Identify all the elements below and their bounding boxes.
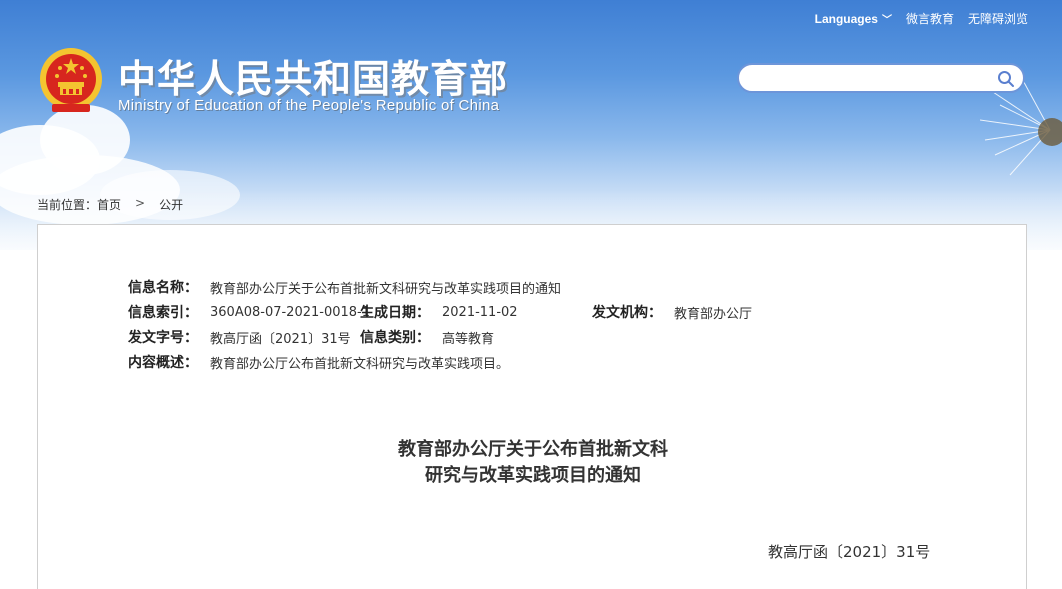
meta-value: 2021-11-02 [442,304,518,320]
meta-label: 内容概述： [128,355,198,371]
national-emblem-icon [40,48,102,112]
search-input[interactable] [751,69,991,87]
breadcrumb-separator: > [135,196,146,210]
site-title-en: Ministry of Education of the People's Re… [118,97,500,114]
meta-value: 360A08-07-2021-0018-1 [210,304,370,320]
languages-label: Languages [814,12,878,26]
search-box [737,63,1025,93]
meta-row-summary: 内容概述： 教育部办公厅公布首批新文科研究与改革实践项目。 [128,352,509,372]
meta-value: 教高厅函〔2021〕31号 [210,331,351,347]
weiyan-link[interactable]: 微言教育 [906,10,954,27]
search-icon[interactable] [997,70,1015,88]
meta-label: 信息名称： [128,280,198,296]
meta-value: 教育部办公厅关于公布首批新文科研究与改革实践项目的通知 [210,281,562,297]
chevron-down-icon: ﹀ [881,15,892,26]
meta-label: 发文机构： [592,305,662,321]
site-title-cn: 中华人民共和国教育部 [118,57,509,101]
document-title-line2: 研究与改革实践项目的通知 [425,465,641,486]
breadcrumb-home-link[interactable]: 首页 [97,196,121,213]
top-links: Languages ﹀ 微言教育 无障碍浏览 [815,10,1028,27]
meta-label: 发文字号： [128,330,198,346]
meta-row-index: 信息索引： 360A08-07-2021-0018-1 生成日期： 2021-1… [128,302,752,322]
meta-value: 高等教育 [442,331,495,347]
languages-menu[interactable]: Languages ﹀ [815,11,892,26]
document-title-line1: 教育部办公厅关于公布首批新文科 [398,439,668,460]
breadcrumb-current-link[interactable]: 公开 [159,196,183,213]
meta-label: 信息索引： [128,305,198,321]
meta-label: 信息类别： [360,330,430,346]
accessible-browse-link[interactable]: 无障碍浏览 [968,10,1028,27]
meta-value: 教育部办公厅 [674,306,753,322]
meta-row-docno: 发文字号： 教高厅函〔2021〕31号 信息类别： 高等教育 [128,327,494,347]
meta-value: 教育部办公厅公布首批新文科研究与改革实践项目。 [210,356,510,372]
breadcrumb: 当前位置： 首页 > 公开 [37,196,183,213]
meta-row-name: 信息名称： 教育部办公厅关于公布首批新文科研究与改革实践项目的通知 [128,277,561,297]
content-panel: 信息名称： 教育部办公厅关于公布首批新文科研究与改革实践项目的通知 信息索引： … [37,224,1027,589]
breadcrumb-prefix: 当前位置： [37,198,98,212]
document-number: 教高厅函〔2021〕31号 [768,543,931,561]
meta-label: 生成日期： [360,305,430,321]
